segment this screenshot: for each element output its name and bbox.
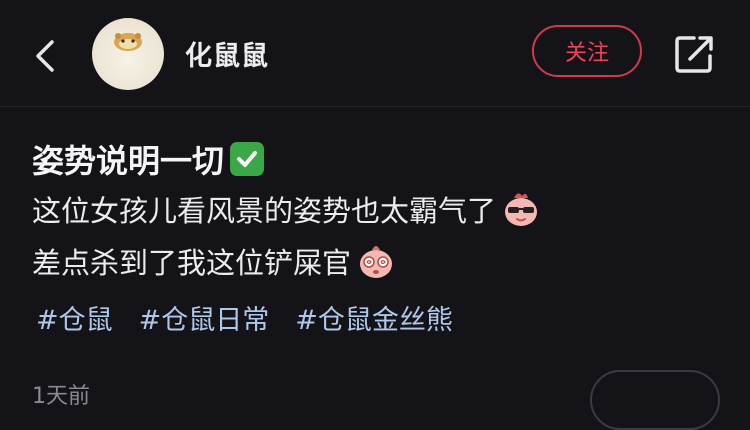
hamster-avatar-image xyxy=(114,33,142,51)
cool-sunglasses-emoji-icon xyxy=(500,188,542,230)
follow-button[interactable]: 关注 xyxy=(532,25,642,77)
header-divider xyxy=(0,106,750,107)
share-button[interactable] xyxy=(672,32,716,76)
hashtag-link[interactable]: #仓鼠金丝熊 xyxy=(295,298,453,337)
post-header: 化鼠鼠 关注 xyxy=(0,0,750,106)
post-timestamp: 1天前 xyxy=(32,384,90,409)
post-line-2-text: 差点杀到了我这位铲屎官 xyxy=(32,246,352,280)
post-line-1: 这位女孩儿看风景的姿势也太霸气了 xyxy=(32,188,542,230)
share-icon xyxy=(675,36,713,73)
chevron-left-icon xyxy=(36,40,54,72)
username[interactable]: 化鼠鼠 xyxy=(185,34,269,73)
hashtag-list: #仓鼠 #仓鼠日常 #仓鼠金丝熊 xyxy=(36,298,453,337)
hashtag-link[interactable]: #仓鼠 xyxy=(36,298,113,337)
post-title-text: 姿势说明一切 xyxy=(32,142,225,180)
dizzy-eyes-emoji-icon xyxy=(355,240,397,282)
hashtag-link[interactable]: #仓鼠日常 xyxy=(139,298,270,337)
avatar[interactable] xyxy=(92,18,164,90)
post-line-1-text: 这位女孩儿看风景的姿势也太霸气了 xyxy=(32,194,497,228)
post-line-2: 差点杀到了我这位铲屎官 xyxy=(32,240,397,282)
comment-button[interactable] xyxy=(590,370,720,430)
post-title: 姿势说明一切 xyxy=(32,136,265,182)
back-button[interactable] xyxy=(30,36,62,76)
check-mark-icon xyxy=(230,142,265,176)
